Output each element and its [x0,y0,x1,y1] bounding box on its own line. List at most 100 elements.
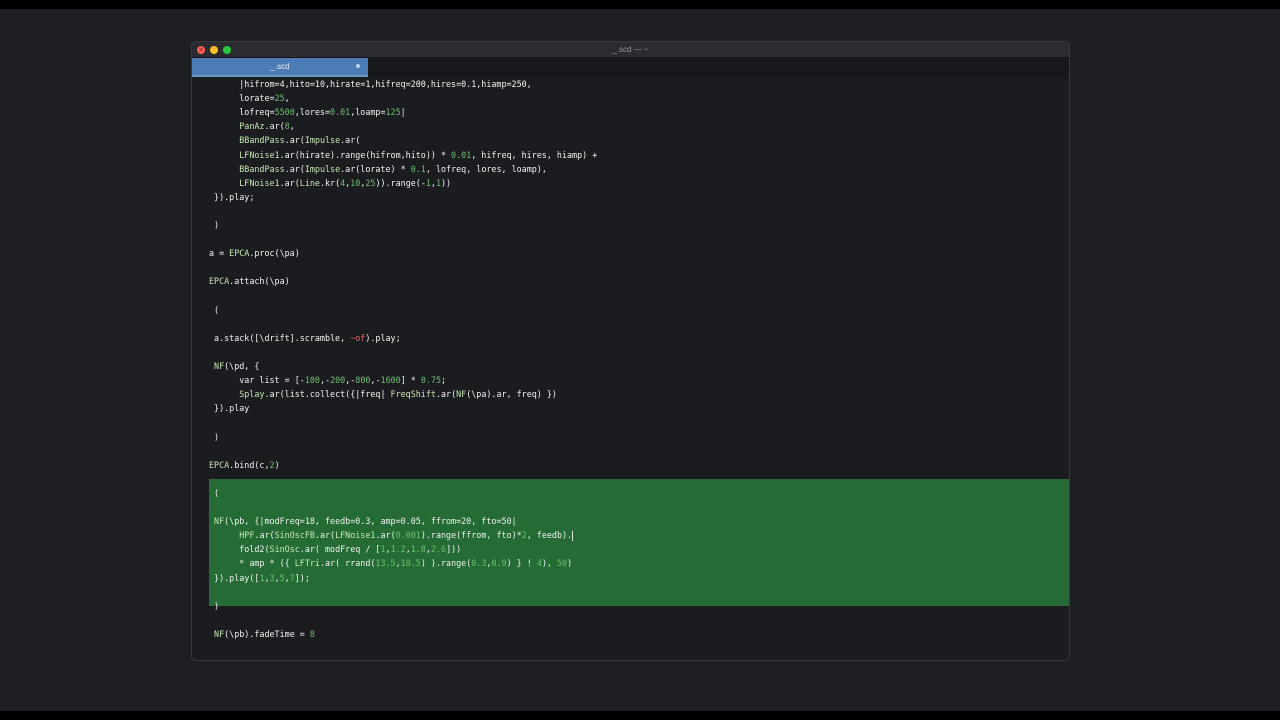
code-token: .ar( [254,530,275,541]
code-token: 5500 [274,107,295,118]
code-token: ) [214,220,220,230]
code-line: LFNoise1.ar(hirate).range(hifrom,hito)) … [209,148,597,162]
text-cursor [572,530,574,541]
code-editor[interactable]: |hifrom=4,hito=10,hirate=1,hifreq=200,hi… [192,77,1069,660]
code-line: lorate=25, [209,91,290,105]
code-token: | [400,107,406,118]
code-token: ,lores= [294,107,331,118]
code-token: .ar( rrand( [319,558,376,569]
code-token: NF [456,389,467,400]
code-token: 0.1 [410,163,426,174]
code-token: Splay [239,389,265,400]
code-token: .ar( [264,121,285,132]
code-token: 13.5 [375,558,396,569]
code-token: ).play; [365,332,401,343]
unsaved-dot-icon [356,64,360,68]
code-token: 125 [385,107,401,118]
code-token: .ar( modFreq / [ [299,544,381,555]
code-line: PanAz.ar(8, [209,119,294,133]
code-token: LFTri [294,558,320,569]
code-token: .ar(lorate) * [340,163,411,174]
code-token: 25 [365,177,376,188]
code-line: |hifrom=4,hito=10,hirate=1,hifreq=200,hi… [209,77,532,91]
code-token: .ar(list.collect({|freq| [264,389,391,400]
code-token: ~of [350,332,366,343]
code-token: )) [441,177,452,188]
code-token: Line [299,177,320,188]
code-token: .ar( [314,530,336,541]
code-token: (\pa).ar, freq) }) [466,389,557,400]
code-token: .ar( [435,389,457,400]
code-line: NF(\pb, {|modFreq=18, feedb=0.3, amp=0.0… [209,514,517,528]
code-token: a.stack([\drift].scramble, [214,332,351,343]
code-token: .ar( [284,135,305,146]
code-token: ) [567,558,573,569]
code-token: BBandPass [239,135,285,146]
code-token: , hifreq, hires, hiamp) + [471,149,598,160]
code-line: ) [209,430,219,444]
close-button[interactable]: × [197,46,205,54]
letterbox-top [0,0,1280,9]
code-token: 200 [330,375,346,386]
code-token: 25 [274,93,285,104]
code-line: ) [209,218,219,232]
code-token: PanAz [239,121,265,132]
code-token: 0.01 [451,149,472,160]
code-token: |hifrom=4,hito=10,hirate=1,hifreq=200,hi… [239,79,532,89]
code-line: NF(\pb).fadeTime = 8 [209,627,315,641]
code-token: 2.6 [430,544,447,555]
code-line: }).play; [209,190,254,204]
code-token: ] * [400,375,421,386]
code-token: ).range(ffrom, fto)* [420,530,522,541]
code-token: .bind(c, [229,459,270,470]
code-token: 8 [309,628,315,639]
zoom-button[interactable] [223,46,231,54]
code-line: ) [209,599,219,613]
code-line: BBandPass.ar(Impulse.ar( [209,133,360,147]
code-token: * amp * ({ [239,558,295,569]
code-token: lorate= [239,93,275,104]
code-token: ), [541,558,558,569]
code-token: LFNoise1 [239,149,280,160]
code-line: a.stack([\drift].scramble, ~of).play; [209,331,401,345]
code-token: ,- [370,375,381,386]
code-token: .ar( [375,530,396,541]
code-line: a = EPCA.proc(\pa) [209,246,300,260]
code-token: SinOscFB [274,530,315,541]
code-token: lofreq= [239,107,275,118]
title-bar[interactable]: _.scd — ~ × [192,42,1069,58]
code-token: .attach(\pa) [229,276,290,287]
code-token: SinOsc [269,544,300,555]
code-token: fold2( [239,544,270,555]
code-line: ( [209,303,219,317]
code-token: ( [214,487,220,498]
close-icon: × [198,46,204,54]
code-line: }).play [209,401,249,415]
tab-scd-file[interactable]: _.scd [192,58,368,77]
window-title: _.scd — ~ [612,45,649,54]
code-token: ; [441,375,447,386]
code-token: 18.5 [400,558,421,569]
code-line: BBandPass.ar(Impulse.ar(lorate) * 0.1, l… [209,162,547,176]
code-token: , lofreq, lores, loamp), [425,163,547,174]
code-token: ) ).range( [420,558,472,569]
code-token: , [284,93,290,104]
code-line: HPF.ar(SinOscFB.ar(LFNoise1.ar(0.001).ra… [209,528,574,542]
code-token: EPCA [209,459,230,470]
code-token: ])) [446,544,462,555]
code-token: (\pb, {|modFreq=18, feedb=0.3, amp=0.05,… [224,516,517,527]
minimize-button[interactable] [210,46,218,54]
code-line: ( [209,486,219,500]
code-line: NF(\pd, { [209,359,259,373]
tab-bar: _.scd [192,58,1069,77]
code-token: .proc(\pa) [249,248,300,259]
code-token: NF [214,628,225,639]
